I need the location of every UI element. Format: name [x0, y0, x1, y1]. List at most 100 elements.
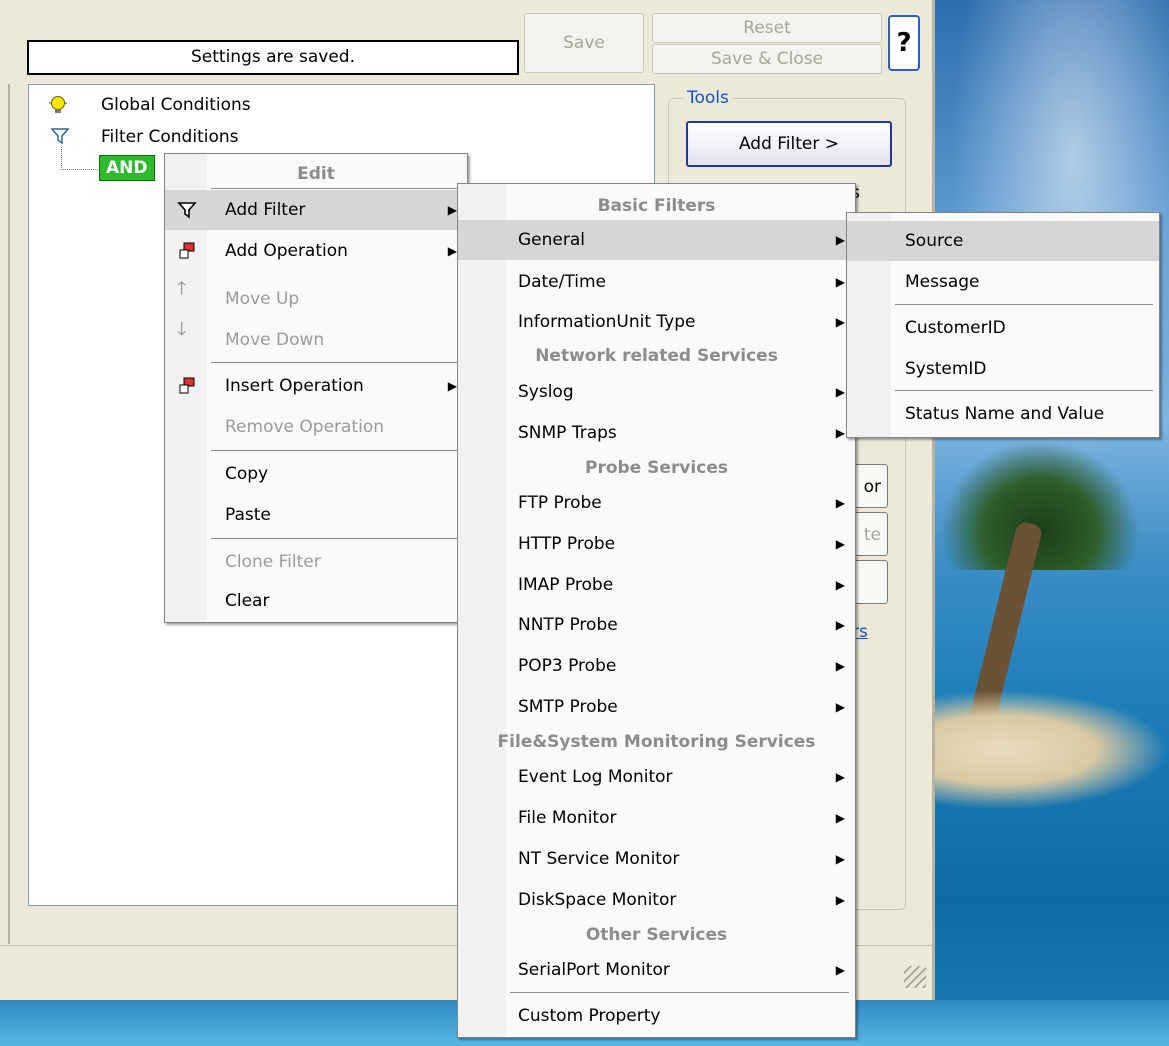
menu-item-diskspace-monitor[interactable]: DiskSpace Monitor ▶ — [458, 880, 855, 920]
menu-header-edit: Edit — [297, 164, 335, 184]
submenu-arrow-icon: ▶ — [835, 811, 845, 825]
menu-header-network-services: Network related Services — [535, 346, 778, 366]
menu-item-label: Date/Time — [518, 272, 606, 292]
menu-item-label: Message — [905, 272, 980, 292]
menu-item-datetime[interactable]: Date/Time ▶ — [458, 262, 855, 302]
menu-item-label: General — [518, 230, 585, 250]
menu-header-basic-filters: Basic Filters — [597, 196, 716, 216]
menu-item-paste[interactable]: Paste — [165, 495, 467, 535]
tree-item-filter-conditions[interactable]: Filter Conditions — [101, 127, 239, 147]
funnel-icon — [177, 202, 197, 219]
menu-item-label: Event Log Monitor — [518, 767, 673, 787]
menu-item-label: Insert Operation — [225, 376, 364, 396]
menu-item-source[interactable]: Source — [847, 221, 1159, 261]
submenu-arrow-icon: ▶ — [835, 275, 845, 289]
menu-item-label: SystemID — [905, 359, 987, 379]
menu-item-label: NNTP Probe — [518, 615, 618, 635]
menu-header-other-services: Other Services — [585, 925, 728, 945]
menu-item-general[interactable]: General ▶ — [458, 220, 855, 260]
menu-item-label: Syslog — [518, 382, 574, 402]
separator — [510, 992, 849, 993]
tree-item-global-conditions[interactable]: Global Conditions — [101, 95, 251, 115]
menu-item-nt-service-monitor[interactable]: NT Service Monitor ▶ — [458, 839, 855, 879]
menu-item-label: Paste — [225, 505, 271, 525]
menu-item-syslog[interactable]: Syslog ▶ — [458, 372, 855, 412]
menu-item-clear[interactable]: Clear — [165, 581, 467, 621]
menu-item-move-down[interactable]: 🡓 Move Down — [165, 320, 467, 360]
menu-item-insert-operation[interactable]: Insert Operation ▶ — [165, 366, 467, 406]
submenu-add-filter: Basic Filters General ▶ Date/Time ▶ Inform… — [457, 183, 856, 1038]
menu-item-add-operation[interactable]: Add Operation ▶ — [165, 231, 467, 271]
divider — [8, 84, 10, 944]
lightbulb-icon — [49, 96, 67, 113]
menu-item-nntp-probe[interactable]: NNTP Probe ▶ — [458, 605, 855, 645]
menu-item-smtp-probe[interactable]: SMTP Probe ▶ — [458, 687, 855, 727]
menu-item-label: SNMP Traps — [518, 423, 617, 443]
arrow-up-icon: 🡑 — [177, 278, 187, 299]
submenu-arrow-icon: ▶ — [835, 233, 845, 247]
save-button[interactable]: Save — [524, 13, 644, 73]
submenu-arrow-icon: ▶ — [835, 426, 845, 440]
separator — [211, 362, 463, 363]
funnel-icon — [51, 128, 69, 145]
menu-item-message[interactable]: Message — [847, 262, 1159, 302]
separator — [211, 538, 463, 539]
menu-item-snmp-traps[interactable]: SNMP Traps ▶ — [458, 413, 855, 453]
menu-item-pop3-probe[interactable]: POP3 Probe ▶ — [458, 646, 855, 686]
separator — [211, 450, 463, 451]
menu-item-label: Move Down — [225, 330, 325, 350]
menu-item-imap-probe[interactable]: IMAP Probe ▶ — [458, 565, 855, 605]
reset-button[interactable]: Reset — [652, 13, 882, 43]
submenu-general: Source Message CustomerID SystemID Statu… — [846, 212, 1160, 438]
menu-item-label: Add Filter — [225, 200, 306, 220]
menu-item-custom-property[interactable]: Custom Property — [458, 996, 855, 1036]
island-sand — [930, 690, 1169, 810]
menu-item-clone-filter[interactable]: Clone Filter — [165, 542, 467, 582]
menu-item-status-name-and-value[interactable]: Status Name and Value — [847, 394, 1159, 434]
menu-item-event-log-monitor[interactable]: Event Log Monitor ▶ — [458, 757, 855, 797]
menu-item-remove-operation[interactable]: Remove Operation — [165, 407, 467, 447]
menu-item-ftp-probe[interactable]: FTP Probe ▶ — [458, 483, 855, 523]
submenu-arrow-icon: ▶ — [447, 203, 457, 217]
menu-item-http-probe[interactable]: HTTP Probe ▶ — [458, 524, 855, 564]
submenu-arrow-icon: ▶ — [835, 537, 845, 551]
tree-connector — [61, 147, 100, 170]
submenu-arrow-icon: ▶ — [835, 315, 845, 329]
menu-item-label: SerialPort Monitor — [518, 960, 670, 980]
resize-grip-icon[interactable] — [904, 966, 926, 988]
menu-item-label: NT Service Monitor — [518, 849, 680, 869]
separator — [895, 304, 1153, 305]
operation-icon — [179, 242, 195, 259]
menu-item-systemid[interactable]: SystemID — [847, 349, 1159, 389]
menu-item-file-monitor[interactable]: File Monitor ▶ — [458, 798, 855, 838]
status-message: Settings are saved. — [27, 40, 519, 75]
menu-item-label: File Monitor — [518, 808, 617, 828]
submenu-arrow-icon: ▶ — [835, 659, 845, 673]
palm-tree-leaves — [940, 440, 1140, 570]
menu-item-label: Clear — [225, 591, 270, 611]
menu-item-label: CustomerID — [905, 318, 1006, 338]
submenu-arrow-icon: ▶ — [447, 244, 457, 258]
menu-item-move-up[interactable]: 🡑 Move Up — [165, 279, 467, 319]
menu-item-label: IMAP Probe — [518, 575, 614, 595]
help-button[interactable]: ? — [888, 15, 920, 71]
menu-header-filesystem-services: File&System Monitoring Services — [497, 732, 816, 752]
menu-item-label: FTP Probe — [518, 493, 602, 513]
menu-item-label: InformationUnit Type — [518, 312, 696, 332]
menu-header-probe-services: Probe Services — [585, 458, 728, 478]
save-close-button[interactable]: Save & Close — [652, 44, 882, 74]
submenu-arrow-icon: ▶ — [835, 578, 845, 592]
menu-item-add-filter[interactable]: Add Filter ▶ — [165, 190, 467, 230]
menu-item-label: DiskSpace Monitor — [518, 890, 677, 910]
tree-item-and-operation[interactable]: AND — [99, 155, 155, 181]
operation-icon — [179, 377, 195, 394]
submenu-arrow-icon: ▶ — [835, 852, 845, 866]
menu-item-copy[interactable]: Copy — [165, 454, 467, 494]
menu-item-label: Source — [905, 231, 964, 251]
menu-item-customerid[interactable]: CustomerID — [847, 308, 1159, 348]
add-filter-button[interactable]: Add Filter > — [686, 121, 892, 167]
menu-item-informationunit-type[interactable]: InformationUnit Type ▶ — [458, 302, 855, 342]
menu-item-serialport-monitor[interactable]: SerialPort Monitor ▶ — [458, 950, 855, 990]
submenu-arrow-icon: ▶ — [835, 700, 845, 714]
menu-item-label: POP3 Probe — [518, 656, 617, 676]
